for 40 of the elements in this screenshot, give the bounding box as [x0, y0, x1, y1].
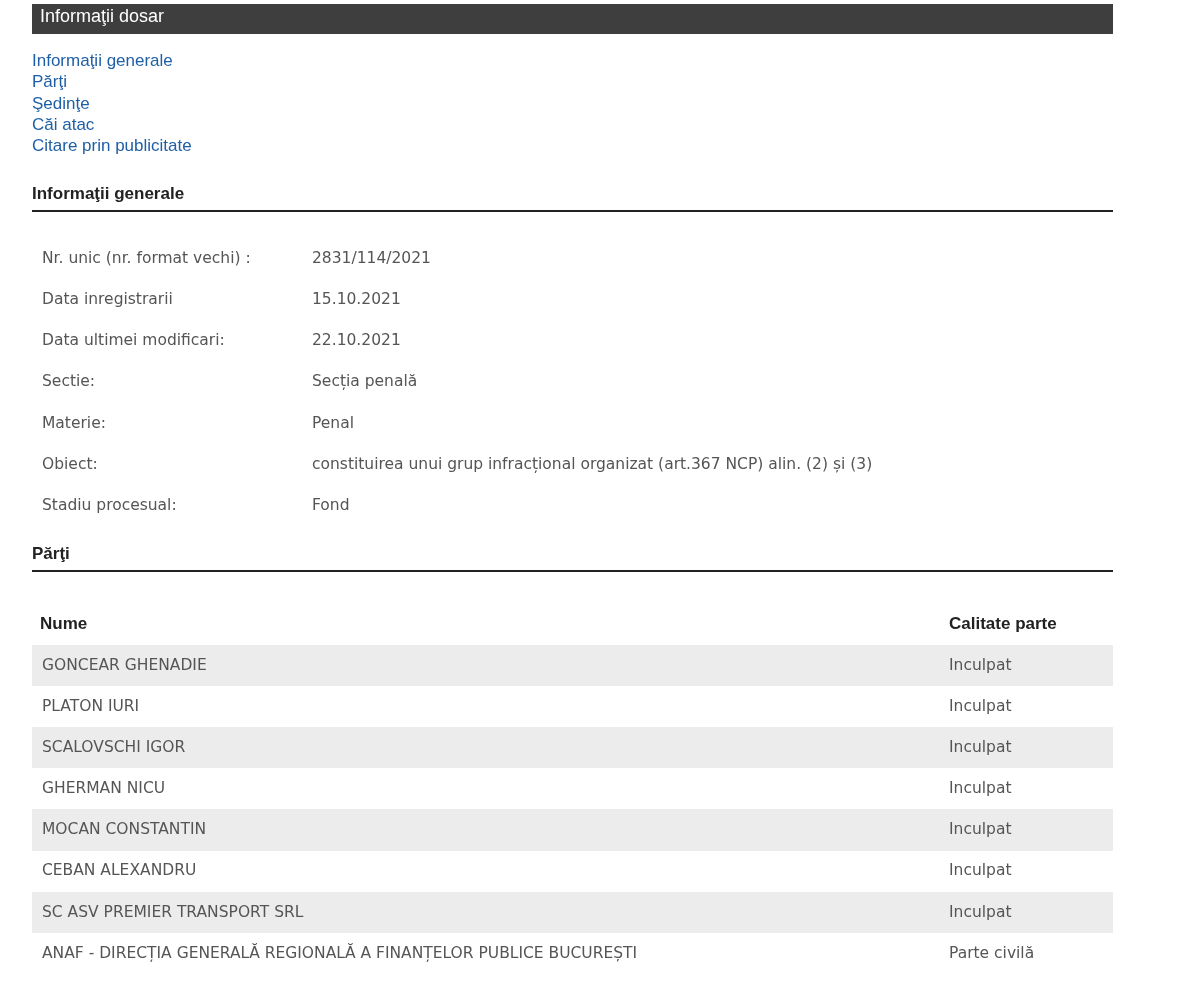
table-cell: Inculpat — [935, 891, 1113, 933]
nav-link[interactable]: Căi atac — [32, 113, 95, 136]
column-header: Calitate parte — [935, 602, 1113, 645]
field-value: 15.10.2021 — [312, 289, 401, 311]
field-label: Stadiu procesual: — [42, 494, 178, 516]
table-cell: Inculpat — [935, 850, 1113, 892]
nav-link[interactable]: Şedinţe — [32, 92, 90, 114]
table-cell: Inculpat — [935, 685, 1113, 727]
table-cell: ANAF - DIRECȚIA GENERALĂ REGIONALĂ A FINANȚELOR PUBLICE BUCUREȘTI — [32, 932, 935, 975]
table-cell: SCALOVSCHI IGOR — [32, 726, 935, 769]
field-label: Nr. unic (nr. format vechi) : — [42, 247, 252, 269]
table-cell: CEBAN ALEXANDRU — [32, 850, 935, 892]
field-label: Obiect: — [42, 453, 99, 475]
nav-link[interactable]: Părţi — [32, 71, 67, 93]
field-label: Sectie: — [42, 371, 97, 393]
nav-link[interactable]: Citare prin publicitate — [32, 135, 192, 157]
field-label: Data ultimei modificari: — [42, 330, 226, 352]
field-value: constituirea unui grup infracțional organizat (art.367 NCP) alin. (2) și (3) — [312, 453, 873, 475]
field-value: 2831/114/2021 — [312, 247, 431, 269]
table-cell: PLATON IURI — [32, 685, 935, 727]
column-header: Nume — [32, 602, 935, 645]
field-value: Fond — [312, 494, 350, 516]
table-cell: MOCAN CONSTANTIN — [32, 809, 935, 851]
section-heading: Informaţii generale — [32, 184, 1113, 212]
page-title: Informaţii dosar — [32, 4, 1113, 34]
table-cell: Parte civilă — [935, 932, 1113, 975]
field-value: 22.10.2021 — [312, 330, 401, 352]
field-value: Secția penală — [312, 371, 418, 393]
table-cell: Inculpat — [935, 644, 1113, 686]
field-label: Data inregistrarii — [42, 289, 174, 311]
field-label: Materie: — [42, 412, 107, 434]
table-cell: GONCEAR GHENADIE — [32, 644, 935, 686]
table-cell: Inculpat — [935, 726, 1113, 769]
nav-link[interactable]: Informaţii generale — [32, 50, 173, 72]
table-cell: Inculpat — [935, 768, 1113, 810]
table-cell: SC ASV PREMIER TRANSPORT SRL — [32, 891, 935, 933]
field-value: Penal — [312, 412, 354, 434]
section-heading: Părţi — [32, 544, 1113, 572]
table-cell: Inculpat — [935, 809, 1113, 851]
table-cell: GHERMAN NICU — [32, 768, 935, 810]
